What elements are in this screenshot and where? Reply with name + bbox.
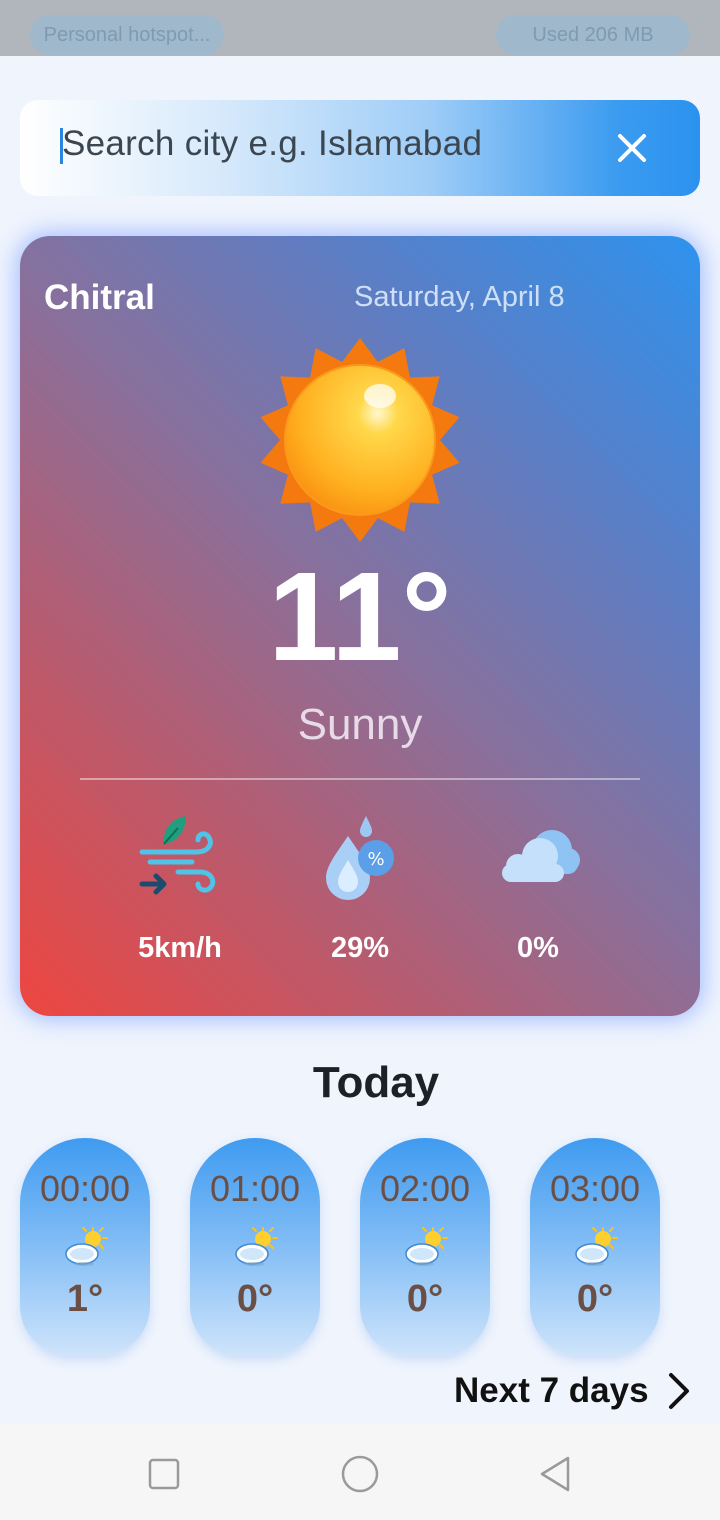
search-input[interactable]: Search city e.g. Islamabad [62,124,482,164]
hour-temperature: 0° [406,1278,444,1320]
partly-cloudy-icon [235,1227,278,1267]
chevron-right-icon [668,1373,689,1409]
humidity-value: 29% [330,932,390,964]
recent-apps-button[interactable] [144,1454,184,1494]
hour-temperature: 0° [576,1278,614,1320]
hour-temperature: 1° [66,1278,104,1320]
next-7-days-label: Next 7 days [454,1371,649,1410]
wind-speed-value: 5km/h [138,932,222,964]
wind-icon [139,816,216,895]
next-7-days-link[interactable]: Next 7 days [454,1369,693,1413]
today-heading: Today [312,1058,440,1107]
hourly-card[interactable]: 03:00 0° [530,1138,660,1356]
partly-cloudy-icon [405,1227,448,1267]
divider [80,778,640,780]
hourly-card[interactable]: 02:00 0° [360,1138,490,1356]
current-temperature: 11° [268,546,452,687]
hour-time: 00:00 [39,1168,131,1209]
weather-condition: Sunny [297,700,423,749]
sun-icon [260,338,460,542]
status-bar: Personal hotspot... Used 206 MB [0,0,720,56]
hourly-card[interactable]: 01:00 0° [190,1138,320,1356]
humidity-icon: % [326,816,394,900]
hour-time: 03:00 [549,1168,641,1209]
close-icon[interactable] [612,128,652,168]
hour-temperature: 0° [236,1278,274,1320]
back-button[interactable] [536,1454,576,1494]
cloud-icon [502,830,580,882]
hourly-card[interactable]: 00:00 1° [20,1138,150,1356]
partly-cloudy-icon [65,1227,108,1267]
data-usage-pill: Used 206 MB [496,15,690,55]
hour-time: 02:00 [379,1168,471,1209]
cloud-coverage-value: 0% [517,932,559,964]
system-nav-bar [0,1424,720,1520]
home-button[interactable] [340,1454,380,1494]
hour-time: 01:00 [209,1168,301,1209]
svg-text:%: % [367,849,384,870]
current-date: Saturday, April 8 [354,281,565,313]
hotspot-pill: Personal hotspot... [30,15,224,55]
partly-cloudy-icon [575,1227,618,1267]
city-name: Chitral [44,278,155,317]
